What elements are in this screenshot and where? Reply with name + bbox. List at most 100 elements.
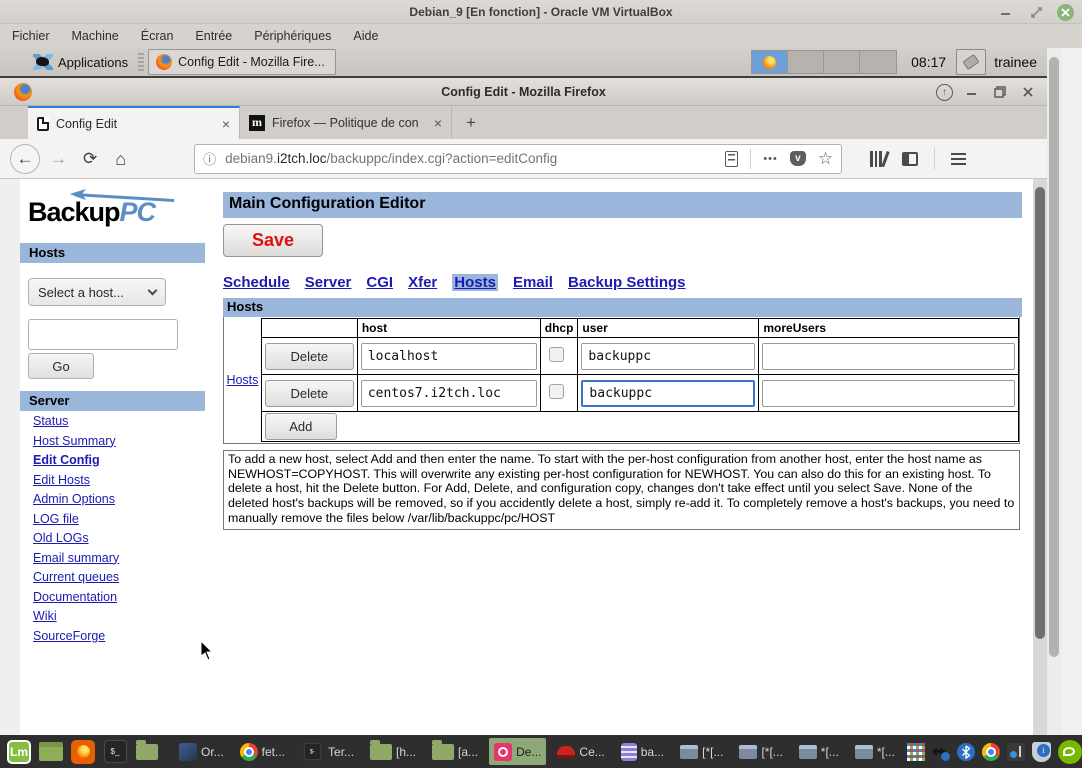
task-terminal[interactable]: $-Ter... [296, 738, 359, 765]
show-desktop-button[interactable] [38, 739, 64, 765]
sidebar-link-log-file[interactable]: LOG file [33, 512, 205, 526]
files-launcher[interactable] [134, 739, 160, 765]
tab-config-edit[interactable]: Config Edit × [28, 106, 240, 139]
menu-aide[interactable]: Aide [353, 29, 390, 43]
url-text[interactable]: debian9.i2tch.loc/backuppc/index.cgi?act… [225, 151, 725, 166]
task-window-1[interactable]: [*[... [675, 738, 728, 765]
host-input-row2[interactable] [361, 380, 537, 407]
moreusers-input-row1[interactable] [762, 343, 1015, 370]
nav-email[interactable]: Email [513, 274, 553, 291]
sidebar-link-status[interactable]: Status [33, 414, 205, 428]
dhcp-checkbox-row1[interactable] [549, 347, 564, 362]
go-button[interactable]: Go [28, 353, 94, 379]
sidebar-link-old-logs[interactable]: Old LOGs [33, 531, 205, 545]
nav-cgi[interactable]: CGI [366, 274, 393, 291]
workspace-4[interactable] [860, 51, 896, 73]
menu-machine[interactable]: Machine [72, 29, 131, 43]
menu-entree[interactable]: Entrée [195, 29, 244, 43]
back-button[interactable]: ← [10, 144, 40, 174]
task-window-4[interactable]: *[... [850, 738, 900, 765]
task-folder-a[interactable]: [a... [427, 738, 483, 765]
nav-schedule[interactable]: Schedule [223, 274, 290, 291]
firefox-launcher[interactable] [70, 739, 96, 765]
sidebar-link-edit-config[interactable]: Edit Config [33, 453, 205, 467]
nav-server[interactable]: Server [305, 274, 352, 291]
panel-clock[interactable]: 08:17 [911, 54, 946, 70]
task-centos-vm[interactable]: Ce... [552, 738, 609, 765]
menu-peripheriques[interactable]: Périphériques [254, 29, 343, 43]
host-search-input[interactable] [28, 319, 178, 350]
firefox-close-button[interactable] [1019, 83, 1037, 101]
nav-xfer[interactable]: Xfer [408, 274, 437, 291]
vbox-close-button[interactable] [1057, 4, 1074, 21]
pocket-icon[interactable]: v [790, 151, 806, 166]
panel-grip-handle[interactable] [138, 53, 144, 71]
dhcp-checkbox-row2[interactable] [549, 384, 564, 399]
tab-close-icon[interactable]: × [222, 116, 230, 132]
network-icon[interactable] [1007, 743, 1025, 761]
mint-menu-button[interactable]: Lm [6, 739, 32, 765]
firefox-page-scrollbar[interactable] [1033, 179, 1047, 735]
security-shield-icon[interactable] [1032, 742, 1051, 762]
firefox-maximize-button[interactable] [991, 83, 1009, 101]
sidebars-icon[interactable] [902, 152, 918, 166]
sidebar-link-email-summary[interactable]: Email summary [33, 551, 205, 565]
chrome-tray-icon[interactable] [982, 743, 1000, 761]
nav-hosts[interactable]: Hosts [452, 274, 498, 291]
sidebar-link-host-summary[interactable]: Host Summary [33, 434, 205, 448]
menu-ecran[interactable]: Écran [141, 29, 186, 43]
bluetooth-icon[interactable] [957, 743, 975, 761]
task-folder-h[interactable]: [h... [365, 738, 421, 765]
nav-backup-settings[interactable]: Backup Settings [568, 274, 686, 291]
task-window-3[interactable]: *[... [794, 738, 844, 765]
screenshot-tool-button[interactable] [956, 49, 986, 75]
reader-mode-icon[interactable] [725, 151, 738, 167]
sidebar-link-edit-hosts[interactable]: Edit Hosts [33, 473, 205, 487]
guest-task-button-firefox[interactable]: Config Edit - Mozilla Fire... [148, 49, 336, 75]
sidebar-link-documentation[interactable]: Documentation [33, 590, 205, 604]
delete-button-row1[interactable]: Delete [265, 343, 354, 370]
sidebar-link-current-queues[interactable]: Current queues [33, 570, 205, 584]
firefox-minimize-button[interactable] [963, 83, 981, 101]
page-actions-icon[interactable]: ••• [763, 153, 778, 165]
sidebar-link-sourceforge[interactable]: SourceForge [33, 629, 205, 643]
tab-firefox-politique[interactable]: m Firefox — Politique de con × [240, 106, 452, 139]
hosts-anchor-link[interactable]: Hosts [226, 373, 258, 387]
sidebar-link-admin-options[interactable]: Admin Options [33, 492, 205, 506]
menu-hamburger-icon[interactable] [951, 153, 966, 165]
host-input-row1[interactable] [361, 343, 537, 370]
sidebar-link-wiki[interactable]: Wiki [33, 609, 205, 623]
task-document[interactable]: ba... [616, 738, 669, 765]
task-debian-vm[interactable]: De... [489, 738, 546, 765]
reload-button[interactable]: ⟳ [83, 150, 97, 167]
bookmark-star-icon[interactable]: ☆ [818, 149, 833, 169]
host-select-dropdown[interactable]: Select a host... [28, 278, 166, 306]
workspace-3[interactable] [824, 51, 860, 73]
save-button[interactable]: Save [223, 224, 323, 257]
delete-button-row2[interactable]: Delete [265, 380, 354, 407]
add-button[interactable]: Add [265, 413, 337, 440]
task-window-2[interactable]: [*[... [734, 738, 787, 765]
home-button[interactable]: ⌂ [115, 150, 126, 168]
workspace-1[interactable] [752, 51, 788, 73]
site-info-icon[interactable]: ⓘ [203, 149, 216, 168]
user-input-row1[interactable] [581, 343, 755, 370]
url-bar[interactable]: ⓘ debian9.i2tch.loc/backuppc/index.cgi?a… [194, 144, 842, 174]
nvidia-icon[interactable] [1058, 740, 1082, 764]
task-virtualbox-manager[interactable]: Or... [174, 738, 229, 765]
new-tab-button[interactable]: + [452, 113, 490, 133]
firefox-unmaximize-button[interactable]: ↑ [936, 84, 953, 101]
menu-fichier[interactable]: Fichier [12, 29, 62, 43]
forward-button[interactable]: → [50, 150, 67, 167]
library-icon[interactable] [870, 151, 886, 167]
scrollbar-thumb[interactable] [1049, 57, 1059, 657]
user-input-row2[interactable] [581, 380, 755, 407]
vbox-restore-button[interactable] [1027, 3, 1045, 21]
screenshot-grid-icon[interactable] [907, 743, 925, 761]
task-chrome[interactable]: fet... [235, 738, 290, 765]
backuppc-logo[interactable]: BackupPC [28, 189, 188, 229]
vbox-minimize-button[interactable] [997, 3, 1015, 21]
applications-menu-button[interactable]: Applications [28, 50, 132, 74]
terminal-launcher[interactable]: $_ [102, 739, 128, 765]
workspace-2[interactable] [788, 51, 824, 73]
